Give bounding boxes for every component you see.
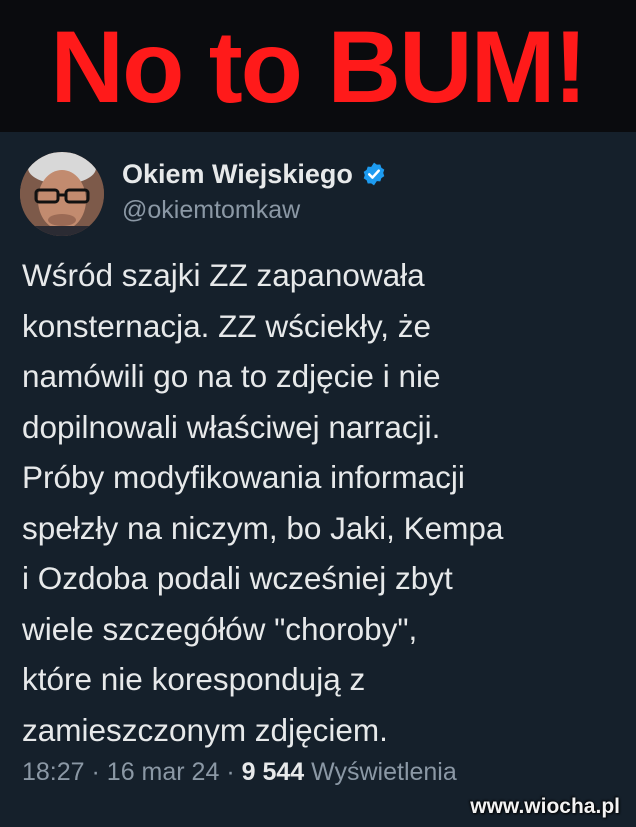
- tweet-time[interactable]: 18:27: [22, 758, 85, 786]
- tweet-text-line: Wśród szajki ZZ zapanowała: [22, 257, 425, 293]
- author-name-row: Okiem Wiejskiego: [122, 158, 387, 190]
- views-count: 9 544: [241, 758, 305, 786]
- banner: No to BUM!: [0, 0, 636, 132]
- tweet-text-line: które nie korespondują z: [22, 661, 366, 697]
- meta-separator: ·: [226, 758, 242, 786]
- tweet-meta: 18:27 · 16 mar 24 · 9 544 Wyświetlenia: [22, 758, 457, 787]
- tweet-text: Wśród szajki ZZ zapanowała konsternacja.…: [22, 250, 618, 755]
- tweet-text-line: namówili go na to zdjęcie i nie: [22, 358, 441, 394]
- tweet-date[interactable]: 16 mar 24: [107, 758, 220, 786]
- tweet-text-line: konsternacja. ZZ wściekły, że: [22, 307, 432, 344]
- tweet-text-line: i Ozdoba podali wcześniej zbyt: [22, 560, 453, 596]
- avatar-portrait: [20, 152, 104, 236]
- tweet-text-line: dopilnowali właściwej narracji.: [22, 408, 441, 445]
- verified-badge-icon: [363, 162, 385, 186]
- tweet-text-line: Próby modyfikowania informacji: [22, 459, 465, 495]
- author-handle[interactable]: @okiemtomkaw: [122, 196, 300, 225]
- views-label: Wyświetlenia: [311, 758, 457, 786]
- tweet-text-line: wiele szczegółów "choroby",: [22, 610, 418, 647]
- tweet-text-line: spełzły na niczym, bo Jaki, Kempa: [22, 509, 504, 546]
- watermark: www.wiocha.pl: [470, 795, 620, 818]
- tweet-text-line: zamieszczonym zdjęciem.: [22, 711, 388, 748]
- author-name[interactable]: Okiem Wiejskiego: [122, 159, 353, 190]
- avatar[interactable]: [20, 152, 104, 236]
- banner-title: No to BUM!: [50, 10, 587, 124]
- meta-separator: ·: [91, 758, 107, 786]
- tweet-card[interactable]: Okiem Wiejskiego @okiemtomkaw Wśród szaj…: [0, 132, 636, 827]
